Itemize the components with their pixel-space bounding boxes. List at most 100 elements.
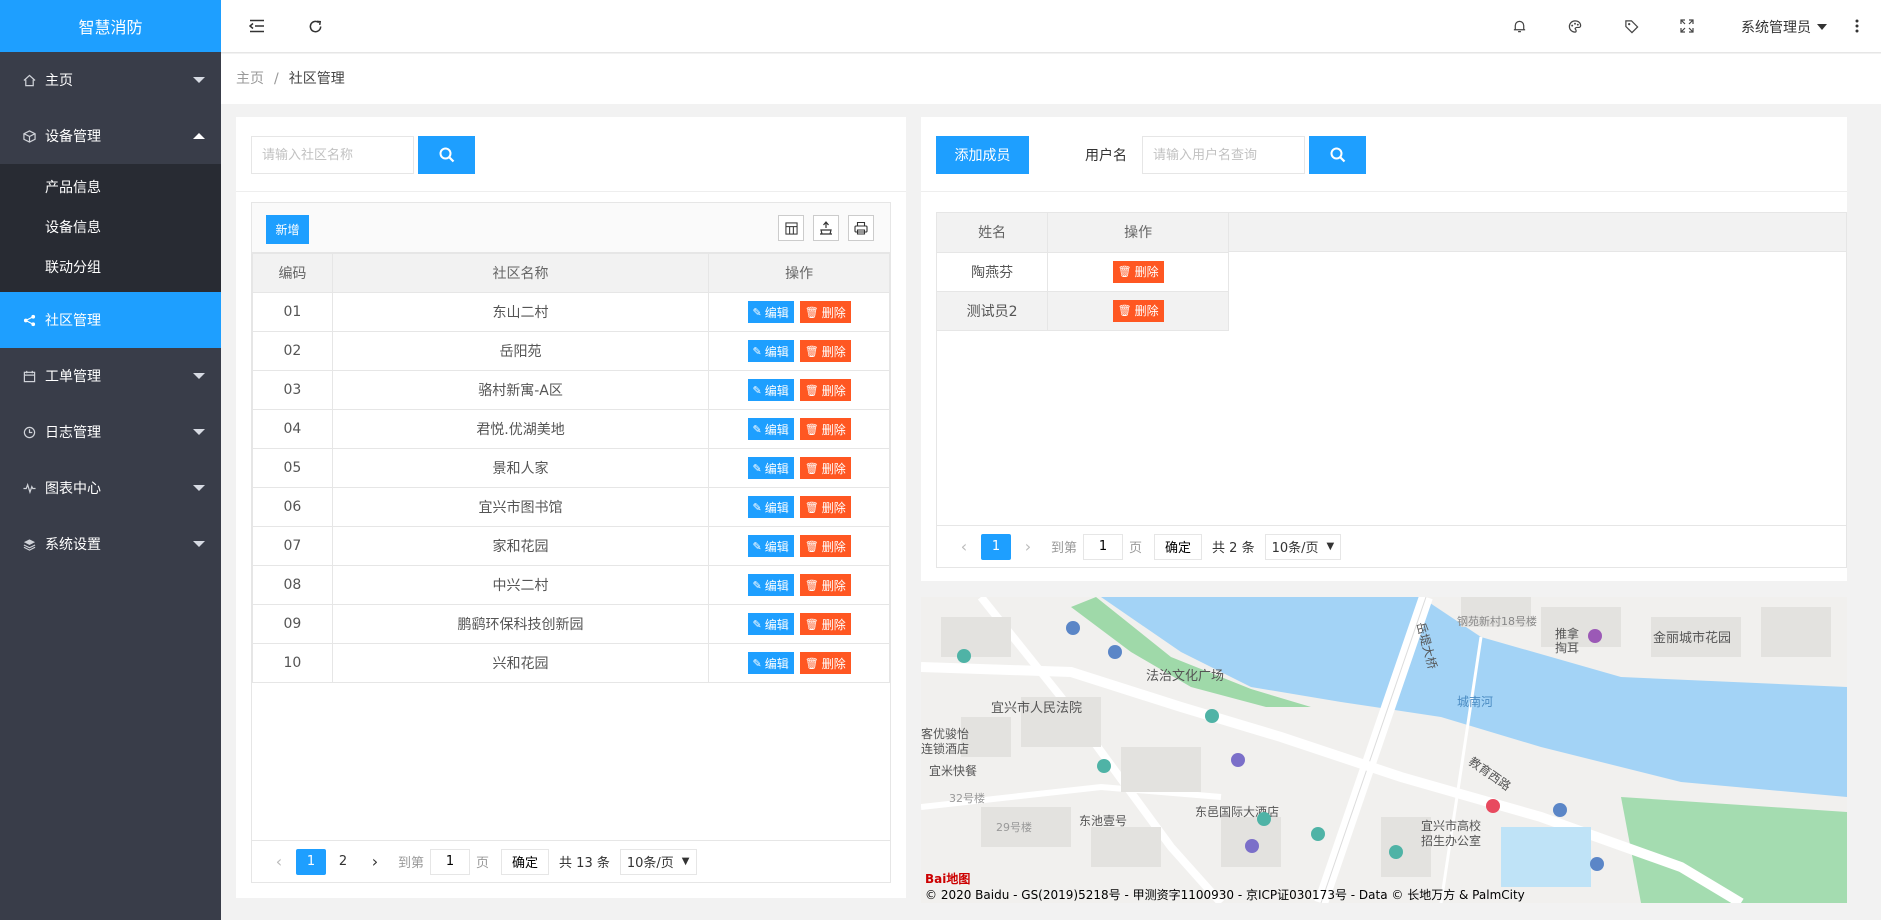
school-icon[interactable] <box>1486 799 1500 813</box>
bus-stop-icon[interactable] <box>1066 621 1080 635</box>
page-button-current[interactable]: 1 <box>296 848 326 875</box>
community-pagination: ‹ 1 2 › 到第 页 确定 共 13 条 10条/页 ▼ <box>252 840 890 882</box>
bell-icon[interactable] <box>1509 16 1529 36</box>
export-icon[interactable] <box>813 215 839 241</box>
trash-icon: 🗑 <box>804 422 819 436</box>
bus-stop-icon[interactable] <box>1553 803 1567 817</box>
page-button-2[interactable]: 2 <box>328 849 358 875</box>
delete-button[interactable]: 🗑 删除 <box>799 457 851 479</box>
sidebar-subitem-device-info[interactable]: 设备信息 <box>0 208 221 248</box>
sidebar-item-home[interactable]: 主页 <box>0 52 221 108</box>
edit-button[interactable]: ✎ 编辑 <box>747 496 794 518</box>
theme-icon[interactable] <box>1565 16 1585 36</box>
columns-icon[interactable] <box>778 215 804 241</box>
sidebar-item-device-management[interactable]: 设备管理 <box>0 108 221 164</box>
poi-icon[interactable] <box>1311 827 1325 841</box>
delete-button[interactable]: 🗑 删除 <box>799 613 851 635</box>
add-community-button[interactable]: 新增 <box>266 215 309 244</box>
sidebar-subitem-linkage-group[interactable]: 联动分组 <box>0 248 221 288</box>
delete-button[interactable]: 🗑 删除 <box>799 340 851 362</box>
delete-button[interactable]: 🗑 删除 <box>799 652 851 674</box>
delete-button[interactable]: 🗑 删除 <box>1112 260 1164 283</box>
sidebar-subitem-product-info[interactable]: 产品信息 <box>0 168 221 208</box>
sidebar-item-label: 日志管理 <box>45 425 101 441</box>
column-header-name: 姓名 <box>937 213 1049 253</box>
chevron-up-icon <box>193 133 205 139</box>
poi-icon[interactable] <box>1389 845 1403 859</box>
refresh-icon[interactable] <box>305 16 325 36</box>
edit-button[interactable]: ✎ 编辑 <box>747 613 794 635</box>
edit-button[interactable]: ✎ 编辑 <box>747 652 794 674</box>
breadcrumb-home[interactable]: 主页 <box>236 71 264 87</box>
tag-icon[interactable] <box>1621 16 1641 36</box>
cell-actions: ✎ 编辑 🗑 删除 <box>708 565 890 605</box>
delete-button[interactable]: 🗑 删除 <box>799 301 851 323</box>
edit-label: 编辑 <box>764 617 789 632</box>
edit-button[interactable]: ✎ 编辑 <box>747 301 794 323</box>
member-search-button[interactable] <box>1309 136 1366 174</box>
cell-actions: ✎ 编辑 🗑 删除 <box>708 331 890 371</box>
page-size-select[interactable]: 10条/页 ▼ <box>1264 533 1342 560</box>
caret-down-icon: ▼ <box>1326 541 1335 552</box>
delete-button[interactable]: 🗑 删除 <box>799 574 851 596</box>
page-size-value: 10条/页 <box>626 856 674 871</box>
goto-confirm-button[interactable]: 确定 <box>1154 533 1203 560</box>
next-page-button[interactable]: › <box>1013 534 1043 560</box>
delete-button[interactable]: 🗑 删除 <box>799 535 851 557</box>
menu-fold-icon[interactable] <box>247 16 267 36</box>
edit-button[interactable]: ✎ 编辑 <box>747 418 794 440</box>
trash-icon: 🗑 <box>804 617 819 631</box>
poi-icon[interactable] <box>957 649 971 663</box>
username-search-input[interactable] <box>1142 136 1305 174</box>
parking-icon[interactable] <box>1245 839 1259 853</box>
more-icon[interactable] <box>1847 16 1867 36</box>
fullscreen-icon[interactable] <box>1677 16 1697 36</box>
goto-page-input[interactable] <box>1083 533 1124 560</box>
table-row: 02 岳阳苑 ✎ 编辑 🗑 删除 <box>252 331 890 371</box>
page-button-current[interactable]: 1 <box>981 533 1011 560</box>
add-member-button[interactable]: 添加成员 <box>936 136 1029 174</box>
poi-icon[interactable] <box>1257 812 1271 826</box>
sidebar-item-settings[interactable]: 系统设置 <box>0 516 221 572</box>
bus-stop-icon[interactable] <box>1590 857 1604 871</box>
map-label: 29号楼 <box>996 821 1032 834</box>
community-search-button[interactable] <box>418 136 475 174</box>
trash-icon: 🗑 <box>804 539 819 553</box>
cell-community-name: 中兴二村 <box>331 565 710 605</box>
prev-page-button[interactable]: ‹ <box>949 534 979 560</box>
poi-icon[interactable] <box>1097 759 1111 773</box>
goto-page-input[interactable] <box>430 848 471 875</box>
trash-icon: 🗑 <box>804 305 819 319</box>
edit-button[interactable]: ✎ 编辑 <box>747 457 794 479</box>
edit-button[interactable]: ✎ 编辑 <box>747 535 794 557</box>
goto-confirm-button[interactable]: 确定 <box>501 848 550 875</box>
page-size-select[interactable]: 10条/页 ▼ <box>619 848 697 875</box>
user-menu[interactable]: 系统管理员 <box>1741 17 1827 37</box>
community-search-input[interactable] <box>251 136 414 174</box>
edit-button[interactable]: ✎ 编辑 <box>747 574 794 596</box>
delete-button[interactable]: 🗑 删除 <box>799 418 851 440</box>
next-page-button[interactable]: › <box>360 849 390 875</box>
edit-button[interactable]: ✎ 编辑 <box>747 340 794 362</box>
sidebar-item-logs[interactable]: 日志管理 <box>0 404 221 460</box>
edit-button[interactable]: ✎ 编辑 <box>747 379 794 401</box>
baidu-map[interactable]: 法治文化广场 宜兴市人民法院 东邑国际大酒店 东池壹号 宜米快餐 客优骏怡 连锁… <box>921 597 1847 903</box>
prev-page-button[interactable]: ‹ <box>264 849 294 875</box>
delete-button[interactable]: 🗑 删除 <box>799 379 851 401</box>
baidu-map-logo: Bai地图 <box>925 872 971 886</box>
delete-button[interactable]: 🗑 删除 <box>1112 299 1164 322</box>
table-row: 06 宜兴市图书馆 ✎ 编辑 🗑 删除 <box>252 487 890 527</box>
poi-icon[interactable] <box>1205 709 1219 723</box>
hotel-icon[interactable] <box>1231 753 1245 767</box>
cell-actions: ✎ 编辑 🗑 删除 <box>708 292 890 332</box>
poi-icon[interactable] <box>1588 629 1602 643</box>
delete-button[interactable]: 🗑 删除 <box>799 496 851 518</box>
sidebar-item-work-order[interactable]: 工单管理 <box>0 348 221 404</box>
divider <box>921 191 1847 192</box>
sidebar-item-charts[interactable]: 图表中心 <box>0 460 221 516</box>
sidebar-item-label: 主页 <box>45 73 73 89</box>
bus-stop-icon[interactable] <box>1108 645 1122 659</box>
edit-label: 编辑 <box>764 422 789 437</box>
print-icon[interactable] <box>848 215 874 241</box>
sidebar-item-community[interactable]: 社区管理 <box>0 292 221 348</box>
